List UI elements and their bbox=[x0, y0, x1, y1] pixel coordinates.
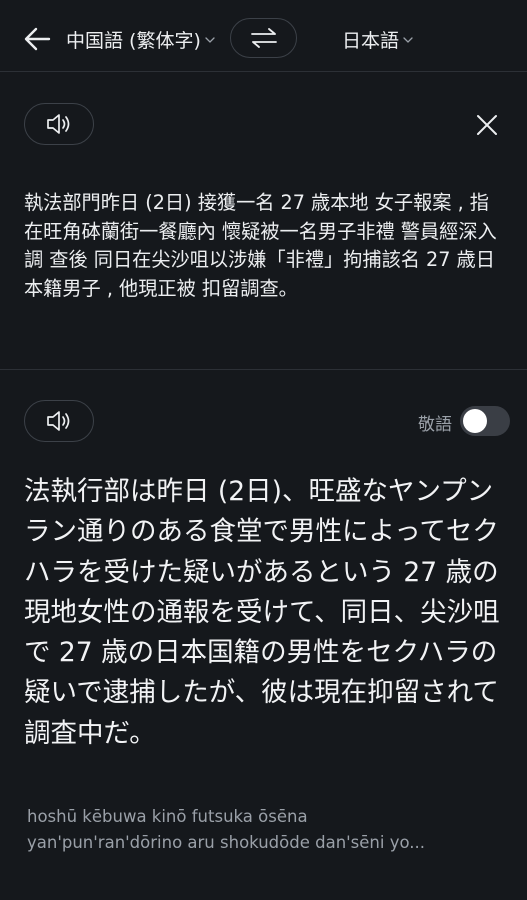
back-button[interactable] bbox=[22, 24, 52, 54]
section-divider bbox=[0, 369, 527, 370]
close-icon bbox=[477, 115, 497, 135]
keigo-label: 敬語 bbox=[418, 415, 452, 435]
romanization-line: yan'pun'ran'dōrino aru shokudōde dan'sēn… bbox=[27, 833, 426, 852]
translation-speak-button[interactable] bbox=[24, 400, 94, 442]
speaker-icon bbox=[47, 114, 70, 134]
speaker-icon bbox=[47, 411, 70, 431]
arrow-left-icon bbox=[24, 27, 51, 51]
clear-source-button[interactable] bbox=[474, 112, 500, 138]
source-language-label: 中国語 (繁体字) bbox=[66, 29, 201, 52]
source-language-selector[interactable]: 中国語 (繁体字) bbox=[66, 24, 215, 54]
source-speak-button[interactable] bbox=[24, 103, 94, 145]
source-text[interactable]: 執法部門昨日 (2日) 接獲一名 27 歳本地 女子報案 , 指在旺角砵蘭街一餐… bbox=[24, 189, 504, 303]
target-language-label: 日本語 bbox=[342, 29, 400, 52]
target-language-selector[interactable]: 日本語 bbox=[342, 24, 413, 54]
chevron-down-icon bbox=[205, 37, 215, 43]
keigo-toggle[interactable] bbox=[460, 406, 510, 436]
swap-languages-button[interactable] bbox=[230, 18, 297, 58]
top-bar: 中国語 (繁体字) 日本語 bbox=[0, 0, 527, 72]
romanization-line: hoshū kēbuwa kinō futsuka ōsēna bbox=[27, 807, 308, 826]
chevron-down-icon bbox=[403, 37, 413, 43]
swap-arrows-icon bbox=[250, 28, 277, 48]
translated-text: 法執行部は昨日 (2日)、旺盛なヤンプンラン通りのある食堂で男性によってセクハラ… bbox=[24, 476, 500, 749]
toggle-knob bbox=[463, 409, 487, 433]
romanization: hoshū kēbuwa kinō futsuka ōsēna yan'pun'… bbox=[27, 804, 501, 856]
